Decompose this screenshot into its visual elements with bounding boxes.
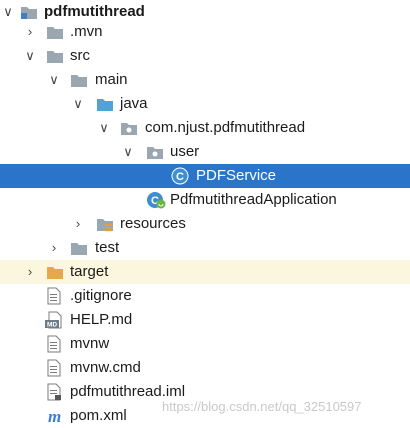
class-icon: C xyxy=(171,167,189,185)
tree-row-gitignore[interactable]: .gitignore xyxy=(0,284,410,308)
chevron-right-icon[interactable]: › xyxy=(70,212,86,236)
chevron-down-icon[interactable]: ∨ xyxy=(46,68,62,92)
markdown-file-icon: MD xyxy=(45,311,62,329)
tree-row-user[interactable]: ∨ user xyxy=(0,140,410,164)
tree-row-main[interactable]: ∨ main xyxy=(0,68,410,92)
tree-row-mvn[interactable]: › .mvn xyxy=(0,20,410,44)
tree-row-test[interactable]: › test xyxy=(0,236,410,260)
svg-text:m: m xyxy=(48,407,61,425)
tree-label: main xyxy=(95,71,128,88)
source-folder-icon xyxy=(97,99,113,111)
tree-row-application[interactable]: C PdfmutithreadApplication xyxy=(0,188,410,212)
tree-label: com.njust.pdfmutithread xyxy=(145,119,306,136)
chevron-down-icon[interactable]: ∨ xyxy=(22,44,38,68)
tree-label: test xyxy=(95,239,120,256)
package-icon xyxy=(147,147,163,159)
project-folder-icon xyxy=(21,7,37,19)
text-file-icon xyxy=(47,359,61,377)
text-file-icon xyxy=(47,287,61,305)
resources-folder-icon xyxy=(97,219,113,232)
target-folder-icon xyxy=(47,267,63,279)
package-icon xyxy=(121,123,137,135)
tree-row-target[interactable]: › target xyxy=(0,260,410,284)
tree-label: PdfmutithreadApplication xyxy=(170,191,337,208)
tree-label: pom.xml xyxy=(70,407,127,424)
tree-label: HELP.md xyxy=(70,311,133,328)
tree-row-help[interactable]: MD HELP.md xyxy=(0,308,410,332)
tree-label: mvnw xyxy=(70,335,110,352)
tree-row-java[interactable]: ∨ java xyxy=(0,92,410,116)
tree-row-pdfservice[interactable]: C PDFService xyxy=(0,164,410,188)
tree-row-mvnw[interactable]: mvnw xyxy=(0,332,410,356)
chevron-right-icon[interactable]: › xyxy=(46,236,62,260)
watermark: https://blog.csdn.net/qq_32510597 xyxy=(162,399,362,414)
chevron-down-icon[interactable]: ∨ xyxy=(120,140,136,164)
tree-label: .mvn xyxy=(70,23,103,40)
tree-label: target xyxy=(70,263,109,280)
spring-boot-class-icon: C xyxy=(147,192,166,209)
project-tree: ∨ pdfmutithread › .mvn ∨ src ∨ main ∨ ja… xyxy=(0,0,410,425)
maven-icon: m xyxy=(48,407,61,425)
chevron-down-icon[interactable]: ∨ xyxy=(96,116,112,140)
tree-label: user xyxy=(170,143,200,160)
svg-text:MD: MD xyxy=(47,322,57,329)
svg-text:C: C xyxy=(176,171,184,183)
folder-icon xyxy=(47,51,63,63)
chevron-right-icon[interactable]: › xyxy=(22,260,38,284)
tree-label: src xyxy=(70,47,90,64)
tree-row-src[interactable]: ∨ src xyxy=(0,44,410,68)
chevron-down-icon[interactable]: ∨ xyxy=(70,92,86,116)
tree-label: mvnw.cmd xyxy=(70,359,141,376)
tree-label: PDFService xyxy=(196,167,277,184)
chevron-right-icon[interactable]: › xyxy=(22,20,38,44)
module-file-icon xyxy=(47,383,61,401)
tree-row-resources[interactable]: › resources xyxy=(0,212,410,236)
tree-row-mvnw-cmd[interactable]: mvnw.cmd xyxy=(0,356,410,380)
text-file-icon xyxy=(47,335,61,353)
tree-label: .gitignore xyxy=(70,287,132,304)
tree-label: resources xyxy=(120,215,186,232)
tree-label: java xyxy=(120,95,148,112)
folder-icon xyxy=(71,243,87,255)
folder-icon xyxy=(71,75,87,87)
folder-icon xyxy=(47,27,63,39)
tree-row-package[interactable]: ∨ com.njust.pdfmutithread xyxy=(0,116,410,140)
